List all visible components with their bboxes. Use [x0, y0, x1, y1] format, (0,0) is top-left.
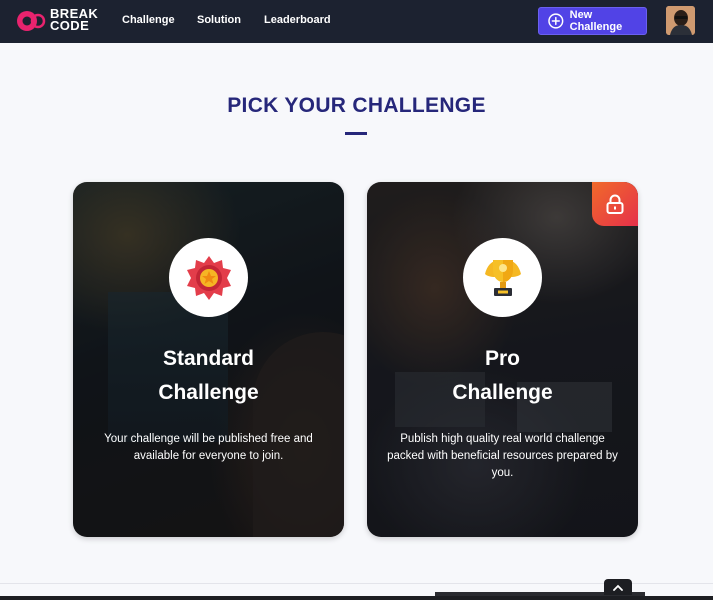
scroll-to-top-button[interactable] [604, 579, 632, 595]
top-navbar: BREAK CODE Challenge Solution Leaderboar… [0, 0, 713, 43]
pro-challenge-card[interactable]: Pro Challenge Publish high quality real … [367, 182, 638, 537]
page-title: PICK YOUR CHALLENGE [227, 94, 486, 117]
card-title: Pro Challenge [367, 342, 638, 410]
card-title-line2: Challenge [452, 381, 553, 404]
card-title-line1: Pro [484, 347, 520, 370]
nav-link-leaderboard[interactable]: Leaderboard [264, 14, 331, 27]
trophy-icon [484, 259, 521, 296]
card-title: Standard Challenge [73, 342, 344, 410]
card-icon-circle [463, 238, 542, 317]
new-challenge-button[interactable]: New Challenge [538, 7, 647, 35]
nav-link-challenge[interactable]: Challenge [122, 14, 175, 27]
brand-logo-mark-icon [17, 11, 46, 31]
chevron-up-icon [613, 584, 623, 591]
standard-challenge-card[interactable]: Standard Challenge Your challenge will b… [73, 182, 344, 537]
brand-name-line2: CODE [50, 18, 90, 33]
new-challenge-label: New Challenge [569, 9, 623, 33]
bottom-bar [0, 596, 713, 600]
nav-link-solution[interactable]: Solution [197, 14, 241, 27]
card-title-line2: Challenge [158, 381, 259, 404]
card-icon-circle [169, 238, 248, 317]
card-title-line1: Standard [162, 347, 254, 370]
card-description: Publish high quality real world challeng… [387, 433, 618, 479]
plus-circle-icon [548, 13, 564, 29]
avatar-image [666, 6, 695, 35]
brand-logo[interactable]: BREAK CODE [16, 7, 108, 35]
locked-badge [592, 182, 638, 226]
lock-icon [606, 194, 624, 214]
medal-badge-icon [186, 255, 231, 300]
title-underline [345, 132, 367, 135]
brand-name: BREAK CODE [50, 7, 98, 33]
card-description: Your challenge will be published free an… [104, 433, 313, 462]
user-avatar[interactable] [666, 6, 695, 35]
